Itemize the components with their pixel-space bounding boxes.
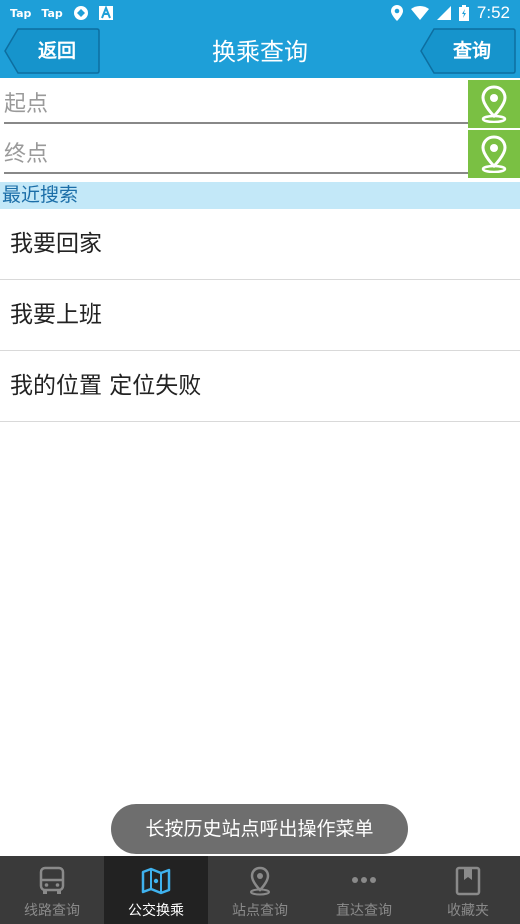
font-app-icon: [98, 6, 113, 20]
title-bar: 返回 换乘查询 查询: [0, 26, 520, 78]
toast-message: 长按历史站点呼出操作菜单: [111, 804, 408, 854]
recent-item-go-home[interactable]: 我要回家: [0, 209, 520, 280]
status-bar-left: Tap Tap: [10, 0, 113, 26]
nav-label-direct-query: 直达查询: [336, 903, 392, 919]
gps-icon: [390, 5, 403, 21]
sync-icon: [73, 5, 89, 21]
nav-label-route-query: 线路查询: [24, 903, 80, 919]
recent-search-header: 最近搜索: [0, 182, 520, 209]
bottom-nav: 线路查询 公交换乘 站点查询 直达查询 收藏夹: [0, 856, 520, 924]
nav-item-direct-query[interactable]: 直达查询: [312, 856, 416, 924]
more-dots-icon: [312, 866, 416, 896]
location-pin-icon: [481, 85, 507, 123]
nav-item-route-query[interactable]: 线路查询: [0, 856, 104, 924]
query-button-label: 查询: [452, 40, 491, 62]
end-input-underline: [4, 172, 468, 174]
wifi-icon: [410, 6, 429, 20]
nav-item-station-query[interactable]: 站点查询: [208, 856, 312, 924]
start-input-underline: [4, 122, 468, 124]
end-input[interactable]: [4, 134, 468, 174]
recent-item-go-work[interactable]: 我要上班: [0, 280, 520, 351]
nav-label-transfer-query: 公交换乘: [128, 903, 184, 919]
start-row: [0, 80, 520, 130]
bus-icon: [0, 866, 104, 896]
location-pin-icon: [208, 866, 312, 896]
signal-icon: [436, 6, 451, 20]
nav-label-station-query: 站点查询: [232, 903, 288, 919]
end-row: [0, 130, 520, 180]
status-app-label-2: Tap: [41, 6, 63, 20]
nav-label-favorites: 收藏夹: [447, 903, 489, 919]
start-location-button[interactable]: [468, 80, 520, 128]
status-time: 7:52: [476, 3, 510, 22]
start-input[interactable]: [4, 84, 468, 124]
nav-item-transfer-query[interactable]: 公交换乘: [104, 856, 208, 924]
query-button[interactable]: 查询: [420, 28, 516, 74]
status-bar-right: 7:52: [390, 0, 510, 26]
status-bar: Tap Tap 7:52: [0, 0, 520, 26]
map-icon: [104, 866, 208, 896]
location-pin-icon: [481, 135, 507, 173]
end-location-button[interactable]: [468, 130, 520, 178]
battery-icon: [458, 5, 469, 21]
bookmark-icon: [416, 866, 520, 896]
nav-item-favorites[interactable]: 收藏夹: [416, 856, 520, 924]
status-app-label-1: Tap: [10, 6, 32, 20]
recent-item-my-location[interactable]: 我的位置 定位失败: [0, 351, 520, 422]
